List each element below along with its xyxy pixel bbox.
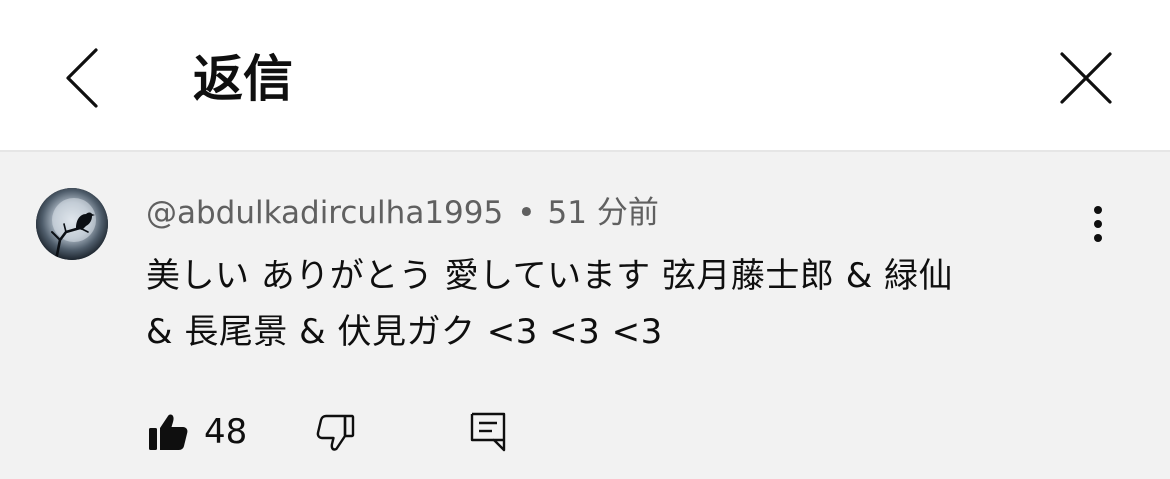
comment-action-menu-button[interactable] xyxy=(1076,200,1120,248)
comment-thread-item: @abdulkadirculha1995 • 51 分前 美しい ありがとう 愛して… xyxy=(0,152,1170,479)
dislike-button[interactable] xyxy=(314,410,358,454)
comment-text-line: 美しい ありがとう 愛しています 弦月藤士郎 & 緑仙 xyxy=(146,256,954,296)
close-icon xyxy=(1060,52,1112,104)
comment-body: 美しい ありがとう 愛しています 弦月藤士郎 & 緑仙 & 長尾景 & 伏見ガク… xyxy=(146,248,1076,360)
chevron-left-icon xyxy=(66,48,98,108)
meta-separator: • xyxy=(517,195,536,231)
comment-timestamp: 51 分前 xyxy=(547,195,659,231)
reply-comment-icon xyxy=(470,412,506,452)
back-button[interactable] xyxy=(52,40,116,116)
more-vertical-icon xyxy=(1094,206,1102,242)
thumbs-up-filled-icon xyxy=(149,414,188,450)
panel-header: 返信 xyxy=(0,0,1170,152)
comment-meta: @abdulkadirculha1995 • 51 分前 xyxy=(146,192,659,234)
replies-panel: 返信 @abdulkadirculha1995 • 51 分前 美しい ありがと… xyxy=(0,0,1170,479)
thumbs-down-icon xyxy=(316,414,355,451)
comment-text-line: & 長尾景 & 伏見ガク <3 <3 <3 xyxy=(146,312,663,352)
moon-crow-avatar xyxy=(36,188,108,260)
reply-button[interactable] xyxy=(466,408,510,454)
avatar[interactable] xyxy=(36,188,108,260)
like-count: 48 xyxy=(204,412,248,452)
page-title: 返信 xyxy=(193,50,293,108)
author-name[interactable]: @abdulkadirculha1995 xyxy=(146,195,503,231)
close-button[interactable] xyxy=(1052,44,1122,114)
like-button[interactable] xyxy=(146,410,190,454)
